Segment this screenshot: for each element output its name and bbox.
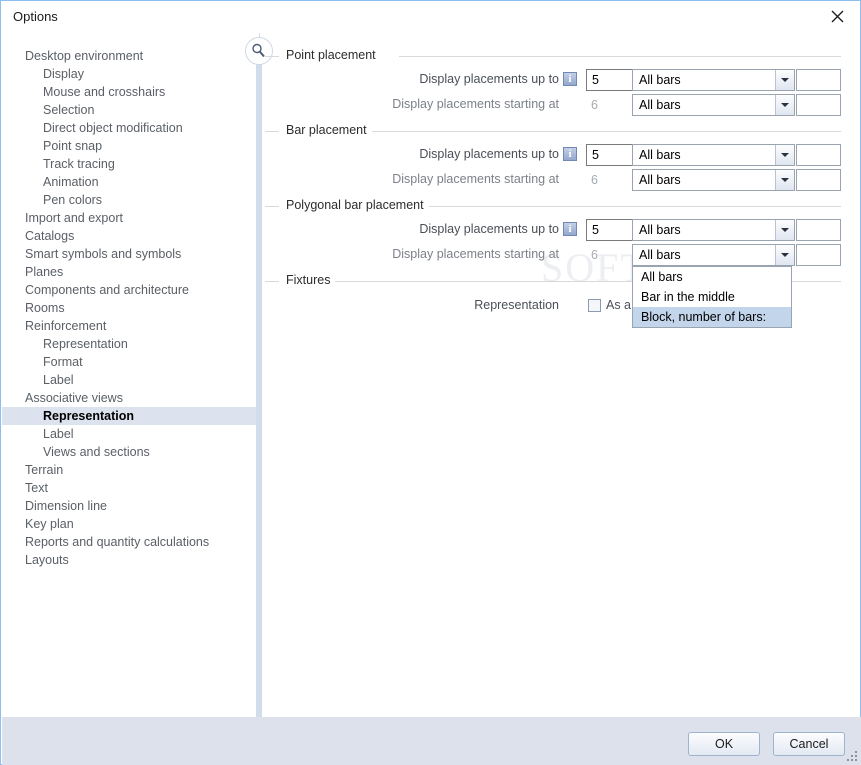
combo-value: All bars: [639, 248, 681, 262]
group-title-fixtures: Fixtures: [281, 273, 336, 287]
label-display-placements-starting-at-bar: Display placements starting at: [392, 172, 559, 186]
sidebar-item-point-snap[interactable]: Point snap: [2, 137, 259, 155]
sidebar-item-direct-object-modification[interactable]: Direct object modification: [2, 119, 259, 137]
dropdown-option-bar-in-the-middle[interactable]: Bar in the middle: [633, 287, 791, 307]
group-rule: [399, 56, 841, 57]
label-display-placements-up-to-bar: Display placements up to: [419, 147, 559, 161]
sidebar-item-representation[interactable]: Representation: [2, 335, 259, 353]
sidebar-item-reinforcement[interactable]: Reinforcement: [2, 317, 259, 335]
title-bar: Options: [1, 1, 860, 34]
polygonal-bar-placement-starting-at-extra-input[interactable]: [796, 244, 841, 266]
group-title-point-placement: Point placement: [281, 48, 381, 62]
label-display-placements-up-to-polygonal: Display placements up to: [419, 222, 559, 236]
chevron-down-icon[interactable]: [775, 245, 794, 265]
bar-placement-starting-at-value: 6: [591, 173, 598, 187]
sidebar-item-catalogs[interactable]: Catalogs: [2, 227, 259, 245]
sidebar-item-layouts[interactable]: Layouts: [2, 551, 259, 569]
ok-button[interactable]: OK: [688, 732, 760, 756]
label-representation: Representation: [474, 298, 559, 312]
group-rule: [371, 131, 841, 132]
combo-dropdown-list[interactable]: All bars Bar in the middle Block, number o…: [632, 266, 792, 328]
dropdown-option-block-number-of-bars[interactable]: Block, number of bars:: [633, 307, 791, 327]
resize-grip[interactable]: [846, 750, 858, 762]
bar-placement-up-to-input[interactable]: [586, 144, 637, 166]
bar-placement-up-to-combo[interactable]: All bars: [632, 144, 795, 166]
sidebar-item-representation[interactable]: Representation: [2, 407, 259, 425]
sidebar-item-components-and-architecture[interactable]: Components and architecture: [2, 281, 259, 299]
label-display-placements-starting-at-polygonal: Display placements starting at: [392, 247, 559, 261]
group-rule-left: [265, 206, 279, 207]
combo-value: All bars: [639, 148, 681, 162]
window-title: Options: [13, 9, 58, 24]
sidebar-item-views-and-sections[interactable]: Views and sections: [2, 443, 259, 461]
info-icon[interactable]: [563, 72, 577, 89]
sidebar-item-smart-symbols-and-symbols[interactable]: Smart symbols and symbols: [2, 245, 259, 263]
group-rule-left: [265, 56, 279, 57]
polygonal-bar-placement-up-to-input[interactable]: [586, 219, 637, 241]
search-badge[interactable]: [245, 37, 273, 65]
label-display-placements-up-to-point: Display placements up to: [419, 72, 559, 86]
bar-placement-starting-at-combo[interactable]: All bars: [632, 169, 795, 191]
group-rule: [425, 206, 841, 207]
sidebar-item-key-plan[interactable]: Key plan: [2, 515, 259, 533]
dialog-footer: OK Cancel: [2, 717, 861, 765]
chevron-down-icon[interactable]: [775, 170, 794, 190]
group-title-bar-placement: Bar placement: [281, 123, 372, 137]
chevron-down-icon[interactable]: [775, 95, 794, 115]
settings-tree: Desktop environment Display Mouse and cros…: [2, 47, 259, 569]
sidebar-item-dimension-line[interactable]: Dimension line: [2, 497, 259, 515]
point-placement-starting-at-combo[interactable]: All bars: [632, 94, 795, 116]
sidebar-item-label[interactable]: Label: [2, 425, 259, 443]
settings-tree-sidebar[interactable]: Desktop environment Display Mouse and cros…: [2, 33, 260, 717]
sidebar-item-mouse-and-crosshairs[interactable]: Mouse and crosshairs: [2, 83, 259, 101]
point-placement-up-to-extra-input[interactable]: [796, 69, 841, 91]
cancel-button[interactable]: Cancel: [773, 732, 845, 756]
combo-value: All bars: [639, 223, 681, 237]
sidebar-item-planes[interactable]: Planes: [2, 263, 259, 281]
group-title-polygonal-bar-placement: Polygonal bar placement: [281, 198, 429, 212]
info-icon[interactable]: [563, 147, 577, 164]
sidebar-item-track-tracing[interactable]: Track tracing: [2, 155, 259, 173]
sidebar-item-text[interactable]: Text: [2, 479, 259, 497]
polygonal-bar-placement-up-to-extra-input[interactable]: [796, 219, 841, 241]
section-rail: [256, 56, 262, 717]
polygonal-bar-placement-starting-at-value: 6: [591, 248, 598, 262]
point-placement-starting-at-value: 6: [591, 98, 598, 112]
sidebar-item-desktop-environment[interactable]: Desktop environment: [2, 47, 259, 65]
point-placement-up-to-input[interactable]: [586, 69, 637, 91]
bar-placement-up-to-extra-input[interactable]: [796, 144, 841, 166]
fixtures-representation-checkbox[interactable]: [588, 299, 601, 312]
fixtures-representation-checkbox-label: As a: [606, 298, 632, 312]
bar-placement-starting-at-extra-input[interactable]: [796, 169, 841, 191]
info-icon[interactable]: [563, 222, 577, 239]
group-rule-left: [265, 281, 279, 282]
sidebar-item-animation[interactable]: Animation: [2, 173, 259, 191]
dropdown-option-all-bars[interactable]: All bars: [633, 267, 791, 287]
combo-value: All bars: [639, 173, 681, 187]
polygonal-bar-placement-starting-at-combo[interactable]: All bars: [632, 244, 795, 266]
chevron-down-icon[interactable]: [775, 220, 794, 240]
point-placement-up-to-combo[interactable]: All bars: [632, 69, 795, 91]
close-button[interactable]: [815, 1, 860, 32]
combo-value: All bars: [639, 98, 681, 112]
point-placement-starting-at-extra-input[interactable]: [796, 94, 841, 116]
sidebar-item-display[interactable]: Display: [2, 65, 259, 83]
polygonal-bar-placement-up-to-combo[interactable]: All bars: [632, 219, 795, 241]
sidebar-item-reports-and-quantity-calculations[interactable]: Reports and quantity calculations: [2, 533, 259, 551]
sidebar-item-import-and-export[interactable]: Import and export: [2, 209, 259, 227]
sidebar-item-associative-views[interactable]: Associative views: [2, 389, 259, 407]
sidebar-item-terrain[interactable]: Terrain: [2, 461, 259, 479]
chevron-down-icon[interactable]: [775, 145, 794, 165]
sidebar-item-label[interactable]: Label: [2, 371, 259, 389]
options-dialog: Options Desktop environment Display Mouse …: [0, 0, 861, 765]
sidebar-item-rooms[interactable]: Rooms: [2, 299, 259, 317]
group-rule-left: [265, 131, 279, 132]
label-display-placements-starting-at-point: Display placements starting at: [392, 97, 559, 111]
sidebar-item-format[interactable]: Format: [2, 353, 259, 371]
sidebar-item-pen-colors[interactable]: Pen colors: [2, 191, 259, 209]
combo-value: All bars: [639, 73, 681, 87]
sidebar-item-selection[interactable]: Selection: [2, 101, 259, 119]
chevron-down-icon[interactable]: [775, 70, 794, 90]
